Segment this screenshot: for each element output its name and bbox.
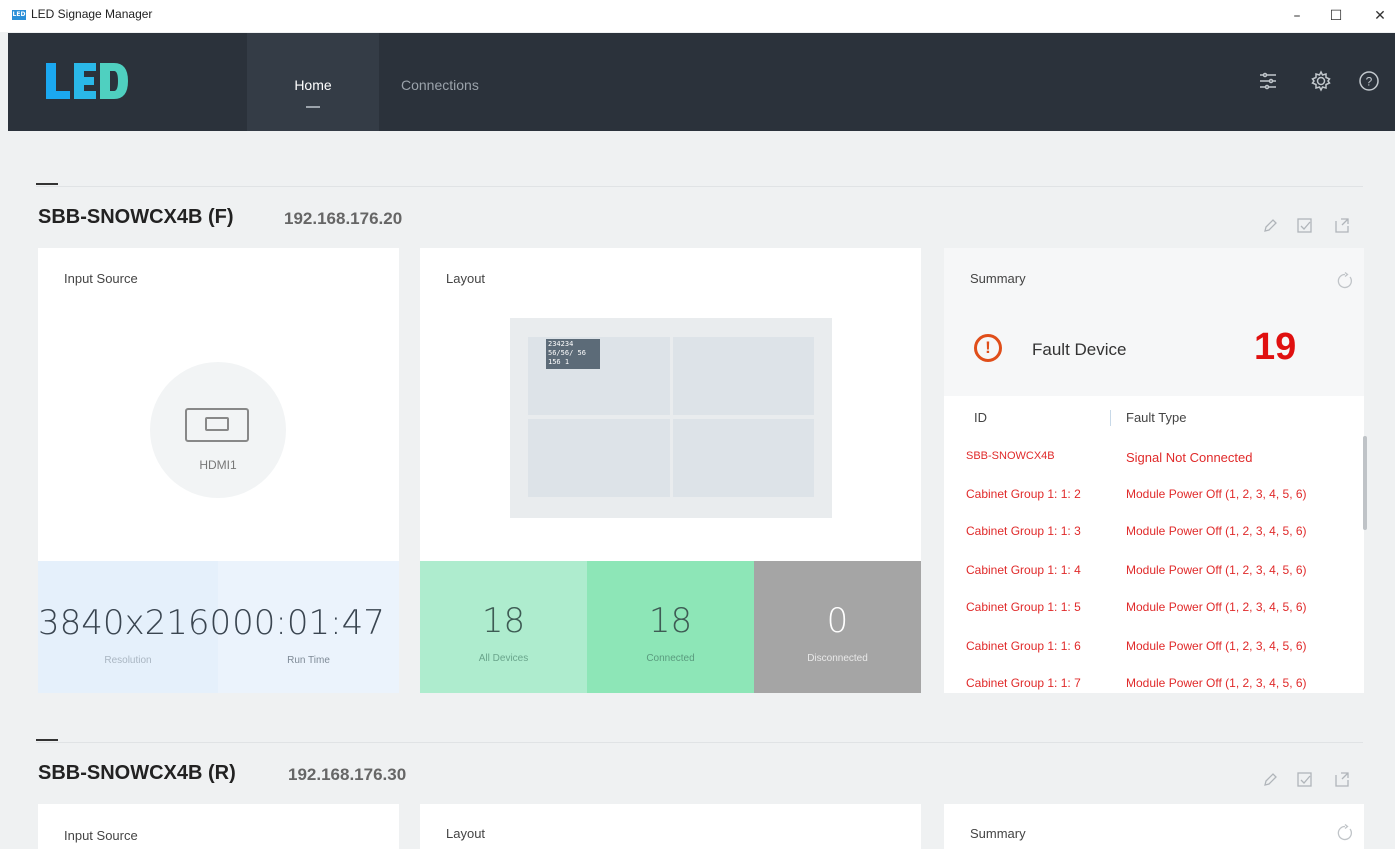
window-title: LED Signage Manager [31,7,153,21]
tab-home-indicator [306,106,320,108]
resolution-label: Resolution [104,655,152,666]
table-row[interactable]: Cabinet Group 1: 1: 3 Module Power Off (… [944,524,1364,560]
row-fault-type: Signal Not Connected [1126,450,1253,465]
connected-stat: 18 Connected [587,601,754,664]
run-time-stat: 00:01:47 Run Time [218,603,399,666]
fault-device-count: 19 [1254,326,1297,368]
section-divider [36,742,1363,743]
run-time-label: Run Time [287,655,330,666]
layout-cell[interactable]: 234234 56/56/ 56 156 1 [528,337,670,415]
fault-warning-icon: ! [974,334,1002,362]
all-devices-stat: 18 All Devices [420,601,587,664]
device-ip: 192.168.176.20 [284,209,403,228]
column-header-id: ID [974,410,987,425]
table-row[interactable]: Cabinet Group 1: 1: 6 Module Power Off (… [944,639,1364,675]
help-icon[interactable]: ? [1357,69,1381,93]
summary-scrollbar[interactable] [1363,436,1367,530]
input-source-label: Input Source [64,828,138,843]
input-source-label: Input Source [64,271,138,286]
export-icon[interactable] [1296,216,1314,234]
row-fault-type: Module Power Off (1, 2, 3, 4, 5, 6) [1126,639,1307,653]
column-header-fault-type: Fault Type [1126,410,1187,425]
input-source-panel: Input Source HDMI1 3840x2160 Resolution … [38,248,399,693]
row-id: Cabinet Group 1: 1: 6 [966,639,1081,653]
table-row[interactable]: SBB-SNOWCX4B Signal Not Connected [944,450,1364,486]
all-devices-value: 18 [481,601,526,641]
device-ip: 192.168.176.30 [288,765,407,784]
run-time-value: 00:01:47 [232,603,385,643]
disconnected-label: Disconnected [807,653,868,664]
row-id: Cabinet Group 1: 1: 4 [966,563,1081,577]
device-name: SBB-SNOWCX4B (R) [38,762,236,784]
row-id: Cabinet Group 1: 1: 2 [966,487,1081,501]
layout-cell[interactable] [673,419,814,497]
maximize-button[interactable]: ☐ [1321,4,1351,28]
column-divider [1110,410,1111,426]
close-button[interactable]: ✕ [1365,4,1395,28]
tab-connections[interactable]: Connections [381,33,499,131]
device-name: SBB-SNOWCX4B (F) [38,206,234,228]
input-source-panel: Input Source [38,804,399,849]
tab-home-label: Home [294,77,332,93]
svg-text:?: ? [1366,75,1373,89]
refresh-icon[interactable] [1336,272,1354,290]
section-divider [36,186,1363,187]
edit-icon[interactable] [1261,217,1279,235]
export-icon[interactable] [1296,770,1314,788]
layout-cell[interactable] [673,337,814,415]
row-fault-type: Module Power Off (1, 2, 3, 4, 5, 6) [1126,524,1307,538]
gear-icon[interactable] [1309,69,1333,93]
section-marker [36,183,58,185]
table-row[interactable]: Cabinet Group 1: 1: 4 Module Power Off (… [944,563,1364,599]
app-icon: LED [12,10,26,20]
hdmi-port-icon [205,417,229,431]
row-fault-type: Module Power Off (1, 2, 3, 4, 5, 6) [1126,563,1307,577]
resolution-value: 3840x2160 [38,603,232,643]
row-fault-type: Module Power Off (1, 2, 3, 4, 5, 6) [1126,676,1307,690]
summary-label: Summary [970,826,1026,841]
title-bar: LED LED Signage Manager – ☐ ✕ [0,0,1395,32]
row-fault-type: Module Power Off (1, 2, 3, 4, 5, 6) [1126,487,1307,501]
edit-icon[interactable] [1261,771,1279,789]
row-id: Cabinet Group 1: 1: 7 [966,676,1081,690]
tab-connections-label: Connections [401,77,479,93]
sliders-icon[interactable] [1256,69,1280,93]
layout-label: Layout [446,826,486,841]
disconnected-value: 0 [826,601,849,641]
table-row[interactable]: Cabinet Group 1: 1: 5 Module Power Off (… [944,600,1364,636]
all-devices-label: All Devices [478,653,529,664]
layout-label: Layout [446,271,486,286]
top-nav: Home Connections ? [8,33,1395,131]
connected-value: 18 [648,601,693,641]
row-id: SBB-SNOWCX4B [966,450,1055,462]
input-source-button[interactable]: HDMI1 [150,362,286,498]
summary-label: Summary [970,271,1026,286]
share-icon[interactable] [1333,770,1351,788]
section-marker [36,739,58,741]
layout-panel: Layout [420,804,921,849]
minimize-button[interactable]: – [1282,4,1312,28]
share-icon[interactable] [1333,216,1351,234]
table-row[interactable]: Cabinet Group 1: 1: 2 Module Power Off (… [944,487,1364,523]
summary-panel: Summary ! Fault Device 19 ID Fault Type … [944,248,1364,693]
logo [46,63,128,99]
layout-preview[interactable]: 234234 56/56/ 56 156 1 [510,318,832,518]
layout-panel: Layout 234234 56/56/ 56 156 1 18 All Dev… [420,248,921,693]
row-fault-type: Module Power Off (1, 2, 3, 4, 5, 6) [1126,600,1307,614]
summary-panel: Summary [944,804,1364,849]
fault-device-label: Fault Device [1032,340,1127,359]
hdmi-icon [185,408,249,442]
layout-cell[interactable] [528,419,670,497]
resolution-stat: 3840x2160 Resolution [38,603,232,666]
row-id: Cabinet Group 1: 1: 3 [966,524,1081,538]
table-row[interactable]: Cabinet Group 1: 1: 7 Module Power Off (… [944,676,1364,693]
refresh-icon[interactable] [1336,824,1354,842]
row-id: Cabinet Group 1: 1: 5 [966,600,1081,614]
input-source-name: HDMI1 [199,458,237,472]
disconnected-stat: 0 Disconnected [754,601,921,664]
connected-label: Connected [646,653,695,664]
tab-home[interactable]: Home [247,33,379,131]
layout-cell-tag: 234234 56/56/ 56 156 1 [546,339,600,369]
